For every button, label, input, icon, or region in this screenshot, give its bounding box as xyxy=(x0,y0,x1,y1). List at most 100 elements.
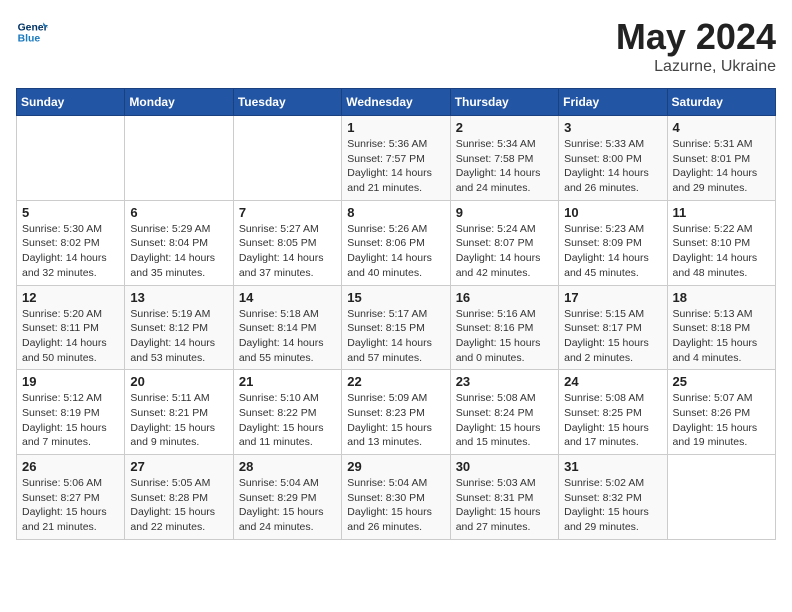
day-info: Sunrise: 5:11 AM Sunset: 8:21 PM Dayligh… xyxy=(130,391,227,450)
calendar-cell: 26 Sunrise: 5:06 AM Sunset: 8:27 PM Dayli… xyxy=(17,455,125,540)
day-number: 18 xyxy=(673,290,770,305)
calendar-cell: 10 Sunrise: 5:23 AM Sunset: 8:09 PM Dayli… xyxy=(559,200,667,285)
day-number: 13 xyxy=(130,290,227,305)
calendar-cell: 14Sunrise: 5:18 AM Sunset: 8:14 PM Dayli… xyxy=(233,285,341,370)
calendar-cell: 24 Sunrise: 5:08 AM Sunset: 8:25 PM Dayli… xyxy=(559,370,667,455)
calendar-cell: 17 Sunrise: 5:15 AM Sunset: 8:17 PM Dayli… xyxy=(559,285,667,370)
day-info: Sunrise: 5:27 AM Sunset: 8:05 PM Dayligh… xyxy=(239,222,336,281)
day-info: Sunrise: 5:05 AM Sunset: 8:28 PM Dayligh… xyxy=(130,476,227,535)
day-info: Sunrise: 5:10 AM Sunset: 8:22 PM Dayligh… xyxy=(239,391,336,450)
day-number: 6 xyxy=(130,205,227,220)
day-info: Sunrise: 5:02 AM Sunset: 8:32 PM Dayligh… xyxy=(564,476,661,535)
day-number: 15 xyxy=(347,290,444,305)
day-info: Sunrise: 5:23 AM Sunset: 8:09 PM Dayligh… xyxy=(564,222,661,281)
day-number: 5 xyxy=(22,205,119,220)
calendar-cell: 12 Sunrise: 5:20 AM Sunset: 8:11 PM Dayli… xyxy=(17,285,125,370)
calendar-table: SundayMondayTuesdayWednesdayThursdayFrid… xyxy=(16,88,776,540)
day-number: 8 xyxy=(347,205,444,220)
day-info: Sunrise: 5:06 AM Sunset: 8:27 PM Dayligh… xyxy=(22,476,119,535)
day-number: 17 xyxy=(564,290,661,305)
day-info: Sunrise: 5:16 AM Sunset: 8:16 PM Dayligh… xyxy=(456,307,553,366)
day-info: Sunrise: 5:29 AM Sunset: 8:04 PM Dayligh… xyxy=(130,222,227,281)
day-number: 26 xyxy=(22,459,119,474)
day-number: 20 xyxy=(130,374,227,389)
day-info: Sunrise: 5:15 AM Sunset: 8:17 PM Dayligh… xyxy=(564,307,661,366)
calendar-cell: 1Sunrise: 5:36 AM Sunset: 7:57 PM Daylig… xyxy=(342,116,450,201)
day-info: Sunrise: 5:07 AM Sunset: 8:26 PM Dayligh… xyxy=(673,391,770,450)
day-number: 21 xyxy=(239,374,336,389)
day-info: Sunrise: 5:20 AM Sunset: 8:11 PM Dayligh… xyxy=(22,307,119,366)
calendar-cell: 2 Sunrise: 5:34 AM Sunset: 7:58 PM Daylig… xyxy=(450,116,558,201)
day-info: Sunrise: 5:04 AM Sunset: 8:30 PM Dayligh… xyxy=(347,476,444,535)
title-block: May 2024 Lazurne, Ukraine xyxy=(616,16,776,76)
day-number: 7 xyxy=(239,205,336,220)
day-number: 1 xyxy=(347,120,444,135)
day-number: 30 xyxy=(456,459,553,474)
calendar-week-2: 5 Sunrise: 5:30 AM Sunset: 8:02 PM Daylig… xyxy=(17,200,776,285)
day-info: Sunrise: 5:12 AM Sunset: 8:19 PM Dayligh… xyxy=(22,391,119,450)
day-info: Sunrise: 5:09 AM Sunset: 8:23 PM Dayligh… xyxy=(347,391,444,450)
svg-text:Blue: Blue xyxy=(18,34,41,45)
calendar-cell: 31 Sunrise: 5:02 AM Sunset: 8:32 PM Dayli… xyxy=(559,455,667,540)
day-number: 25 xyxy=(673,374,770,389)
day-number: 9 xyxy=(456,205,553,220)
day-number: 31 xyxy=(564,459,661,474)
day-number: 14 xyxy=(239,290,336,305)
calendar-cell: 25 Sunrise: 5:07 AM Sunset: 8:26 PM Dayli… xyxy=(667,370,775,455)
calendar-week-1: 1Sunrise: 5:36 AM Sunset: 7:57 PM Daylig… xyxy=(17,116,776,201)
day-number: 22 xyxy=(347,374,444,389)
calendar-week-5: 26 Sunrise: 5:06 AM Sunset: 8:27 PM Dayli… xyxy=(17,455,776,540)
day-info: Sunrise: 5:08 AM Sunset: 8:24 PM Dayligh… xyxy=(456,391,553,450)
day-info: Sunrise: 5:13 AM Sunset: 8:18 PM Dayligh… xyxy=(673,307,770,366)
day-info: Sunrise: 5:22 AM Sunset: 8:10 PM Dayligh… xyxy=(673,222,770,281)
day-info: Sunrise: 5:34 AM Sunset: 7:58 PM Dayligh… xyxy=(456,137,553,196)
calendar-cell: 21 Sunrise: 5:10 AM Sunset: 8:22 PM Dayli… xyxy=(233,370,341,455)
weekday-header-thursday: Thursday xyxy=(450,89,558,116)
calendar-cell xyxy=(667,455,775,540)
calendar-cell: 4 Sunrise: 5:31 AM Sunset: 8:01 PM Daylig… xyxy=(667,116,775,201)
calendar-cell xyxy=(17,116,125,201)
weekday-header-row: SundayMondayTuesdayWednesdayThursdayFrid… xyxy=(17,89,776,116)
day-info: Sunrise: 5:30 AM Sunset: 8:02 PM Dayligh… xyxy=(22,222,119,281)
calendar-cell: 11 Sunrise: 5:22 AM Sunset: 8:10 PM Dayli… xyxy=(667,200,775,285)
day-number: 12 xyxy=(22,290,119,305)
day-info: Sunrise: 5:08 AM Sunset: 8:25 PM Dayligh… xyxy=(564,391,661,450)
weekday-header-sunday: Sunday xyxy=(17,89,125,116)
weekday-header-wednesday: Wednesday xyxy=(342,89,450,116)
calendar-cell: 18 Sunrise: 5:13 AM Sunset: 8:18 PM Dayli… xyxy=(667,285,775,370)
calendar-week-3: 12 Sunrise: 5:20 AM Sunset: 8:11 PM Dayli… xyxy=(17,285,776,370)
day-info: Sunrise: 5:33 AM Sunset: 8:00 PM Dayligh… xyxy=(564,137,661,196)
calendar-cell: 8 Sunrise: 5:26 AM Sunset: 8:06 PM Daylig… xyxy=(342,200,450,285)
calendar-cell: 29Sunrise: 5:04 AM Sunset: 8:30 PM Dayli… xyxy=(342,455,450,540)
day-info: Sunrise: 5:17 AM Sunset: 8:15 PM Dayligh… xyxy=(347,307,444,366)
day-info: Sunrise: 5:04 AM Sunset: 8:29 PM Dayligh… xyxy=(239,476,336,535)
day-number: 10 xyxy=(564,205,661,220)
calendar-cell: 5 Sunrise: 5:30 AM Sunset: 8:02 PM Daylig… xyxy=(17,200,125,285)
weekday-header-saturday: Saturday xyxy=(667,89,775,116)
day-info: Sunrise: 5:19 AM Sunset: 8:12 PM Dayligh… xyxy=(130,307,227,366)
weekday-header-tuesday: Tuesday xyxy=(233,89,341,116)
calendar-cell: 19 Sunrise: 5:12 AM Sunset: 8:19 PM Dayli… xyxy=(17,370,125,455)
calendar-cell: 28Sunrise: 5:04 AM Sunset: 8:29 PM Dayli… xyxy=(233,455,341,540)
page-header: General Blue May 2024 Lazurne, Ukraine xyxy=(16,16,776,76)
logo: General Blue xyxy=(16,16,48,48)
calendar-cell: 13 Sunrise: 5:19 AM Sunset: 8:12 PM Dayli… xyxy=(125,285,233,370)
day-number: 2 xyxy=(456,120,553,135)
day-info: Sunrise: 5:31 AM Sunset: 8:01 PM Dayligh… xyxy=(673,137,770,196)
day-info: Sunrise: 5:26 AM Sunset: 8:06 PM Dayligh… xyxy=(347,222,444,281)
calendar-cell: 9 Sunrise: 5:24 AM Sunset: 8:07 PM Daylig… xyxy=(450,200,558,285)
day-number: 24 xyxy=(564,374,661,389)
day-number: 16 xyxy=(456,290,553,305)
calendar-cell: 16 Sunrise: 5:16 AM Sunset: 8:16 PM Dayli… xyxy=(450,285,558,370)
calendar-cell: 6 Sunrise: 5:29 AM Sunset: 8:04 PM Daylig… xyxy=(125,200,233,285)
day-number: 23 xyxy=(456,374,553,389)
calendar-cell: 15 Sunrise: 5:17 AM Sunset: 8:15 PM Dayli… xyxy=(342,285,450,370)
calendar-cell xyxy=(125,116,233,201)
day-info: Sunrise: 5:24 AM Sunset: 8:07 PM Dayligh… xyxy=(456,222,553,281)
title-location: Lazurne, Ukraine xyxy=(616,58,776,76)
day-number: 11 xyxy=(673,205,770,220)
calendar-cell: 20 Sunrise: 5:11 AM Sunset: 8:21 PM Dayli… xyxy=(125,370,233,455)
calendar-cell: 7 Sunrise: 5:27 AM Sunset: 8:05 PM Daylig… xyxy=(233,200,341,285)
day-number: 19 xyxy=(22,374,119,389)
day-number: 4 xyxy=(673,120,770,135)
